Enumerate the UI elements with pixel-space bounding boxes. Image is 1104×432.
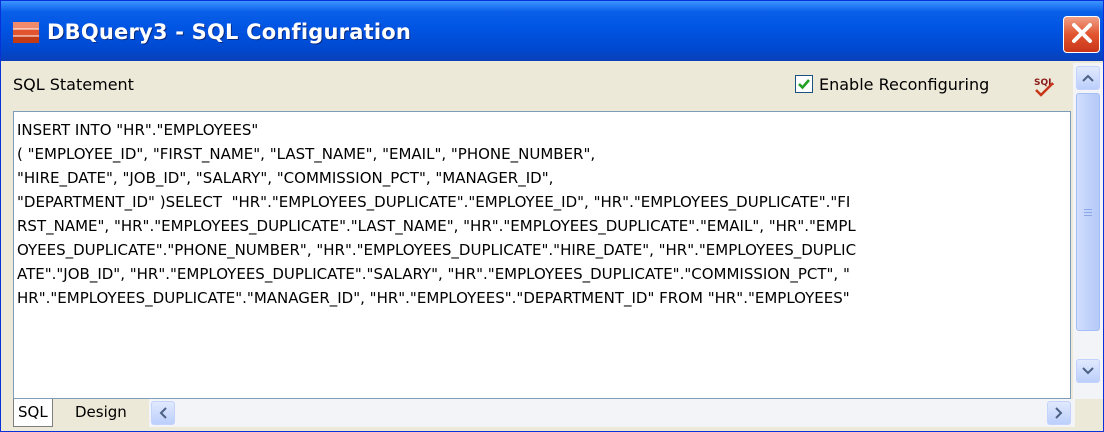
- scroll-right-button[interactable]: [1047, 401, 1071, 425]
- chevron-right-icon: [1055, 407, 1063, 419]
- tab-design[interactable]: Design: [65, 399, 131, 427]
- database-icon: [13, 20, 39, 44]
- sql-toolbar: SQL Statement Enable Reconfiguring SQL: [1, 63, 1071, 111]
- title-bar[interactable]: DBQuery3 - SQL Configuration: [1, 1, 1103, 61]
- enable-reconfiguring-checkbox[interactable]: [795, 75, 813, 93]
- chevron-left-icon: [159, 407, 167, 419]
- bottom-bar: SQL Design: [13, 399, 1103, 431]
- grip-icon: [1084, 209, 1092, 216]
- sql-editor[interactable]: INSERT INTO "HR"."EMPLOYEES" ( "EMPLOYEE…: [13, 111, 1071, 399]
- vertical-scroll-thumb[interactable]: [1076, 93, 1100, 331]
- checkmark-icon: [798, 79, 810, 90]
- scroll-left-button[interactable]: [151, 401, 175, 425]
- vertical-scrollbar[interactable]: [1073, 63, 1103, 399]
- scroll-up-button[interactable]: [1076, 66, 1100, 90]
- sql-statement-label: SQL Statement: [13, 75, 134, 94]
- scroll-down-button[interactable]: [1076, 359, 1100, 383]
- sql-configuration-window: DBQuery3 - SQL Configuration SQL Stateme…: [0, 0, 1104, 432]
- window-title: DBQuery3 - SQL Configuration: [47, 20, 411, 44]
- sql-statement-text[interactable]: INSERT INTO "HR"."EMPLOYEES" ( "EMPLOYEE…: [14, 112, 1070, 310]
- enable-reconfiguring-label[interactable]: Enable Reconfiguring: [819, 75, 989, 94]
- tab-sql[interactable]: SQL: [13, 399, 53, 427]
- chevron-down-icon: [1082, 367, 1094, 375]
- sql-edit-icon[interactable]: SQL: [1033, 75, 1057, 99]
- horizontal-scrollbar[interactable]: [149, 399, 1075, 427]
- chevron-up-icon: [1082, 74, 1094, 82]
- close-icon: [1070, 21, 1094, 49]
- close-button[interactable]: [1063, 16, 1100, 53]
